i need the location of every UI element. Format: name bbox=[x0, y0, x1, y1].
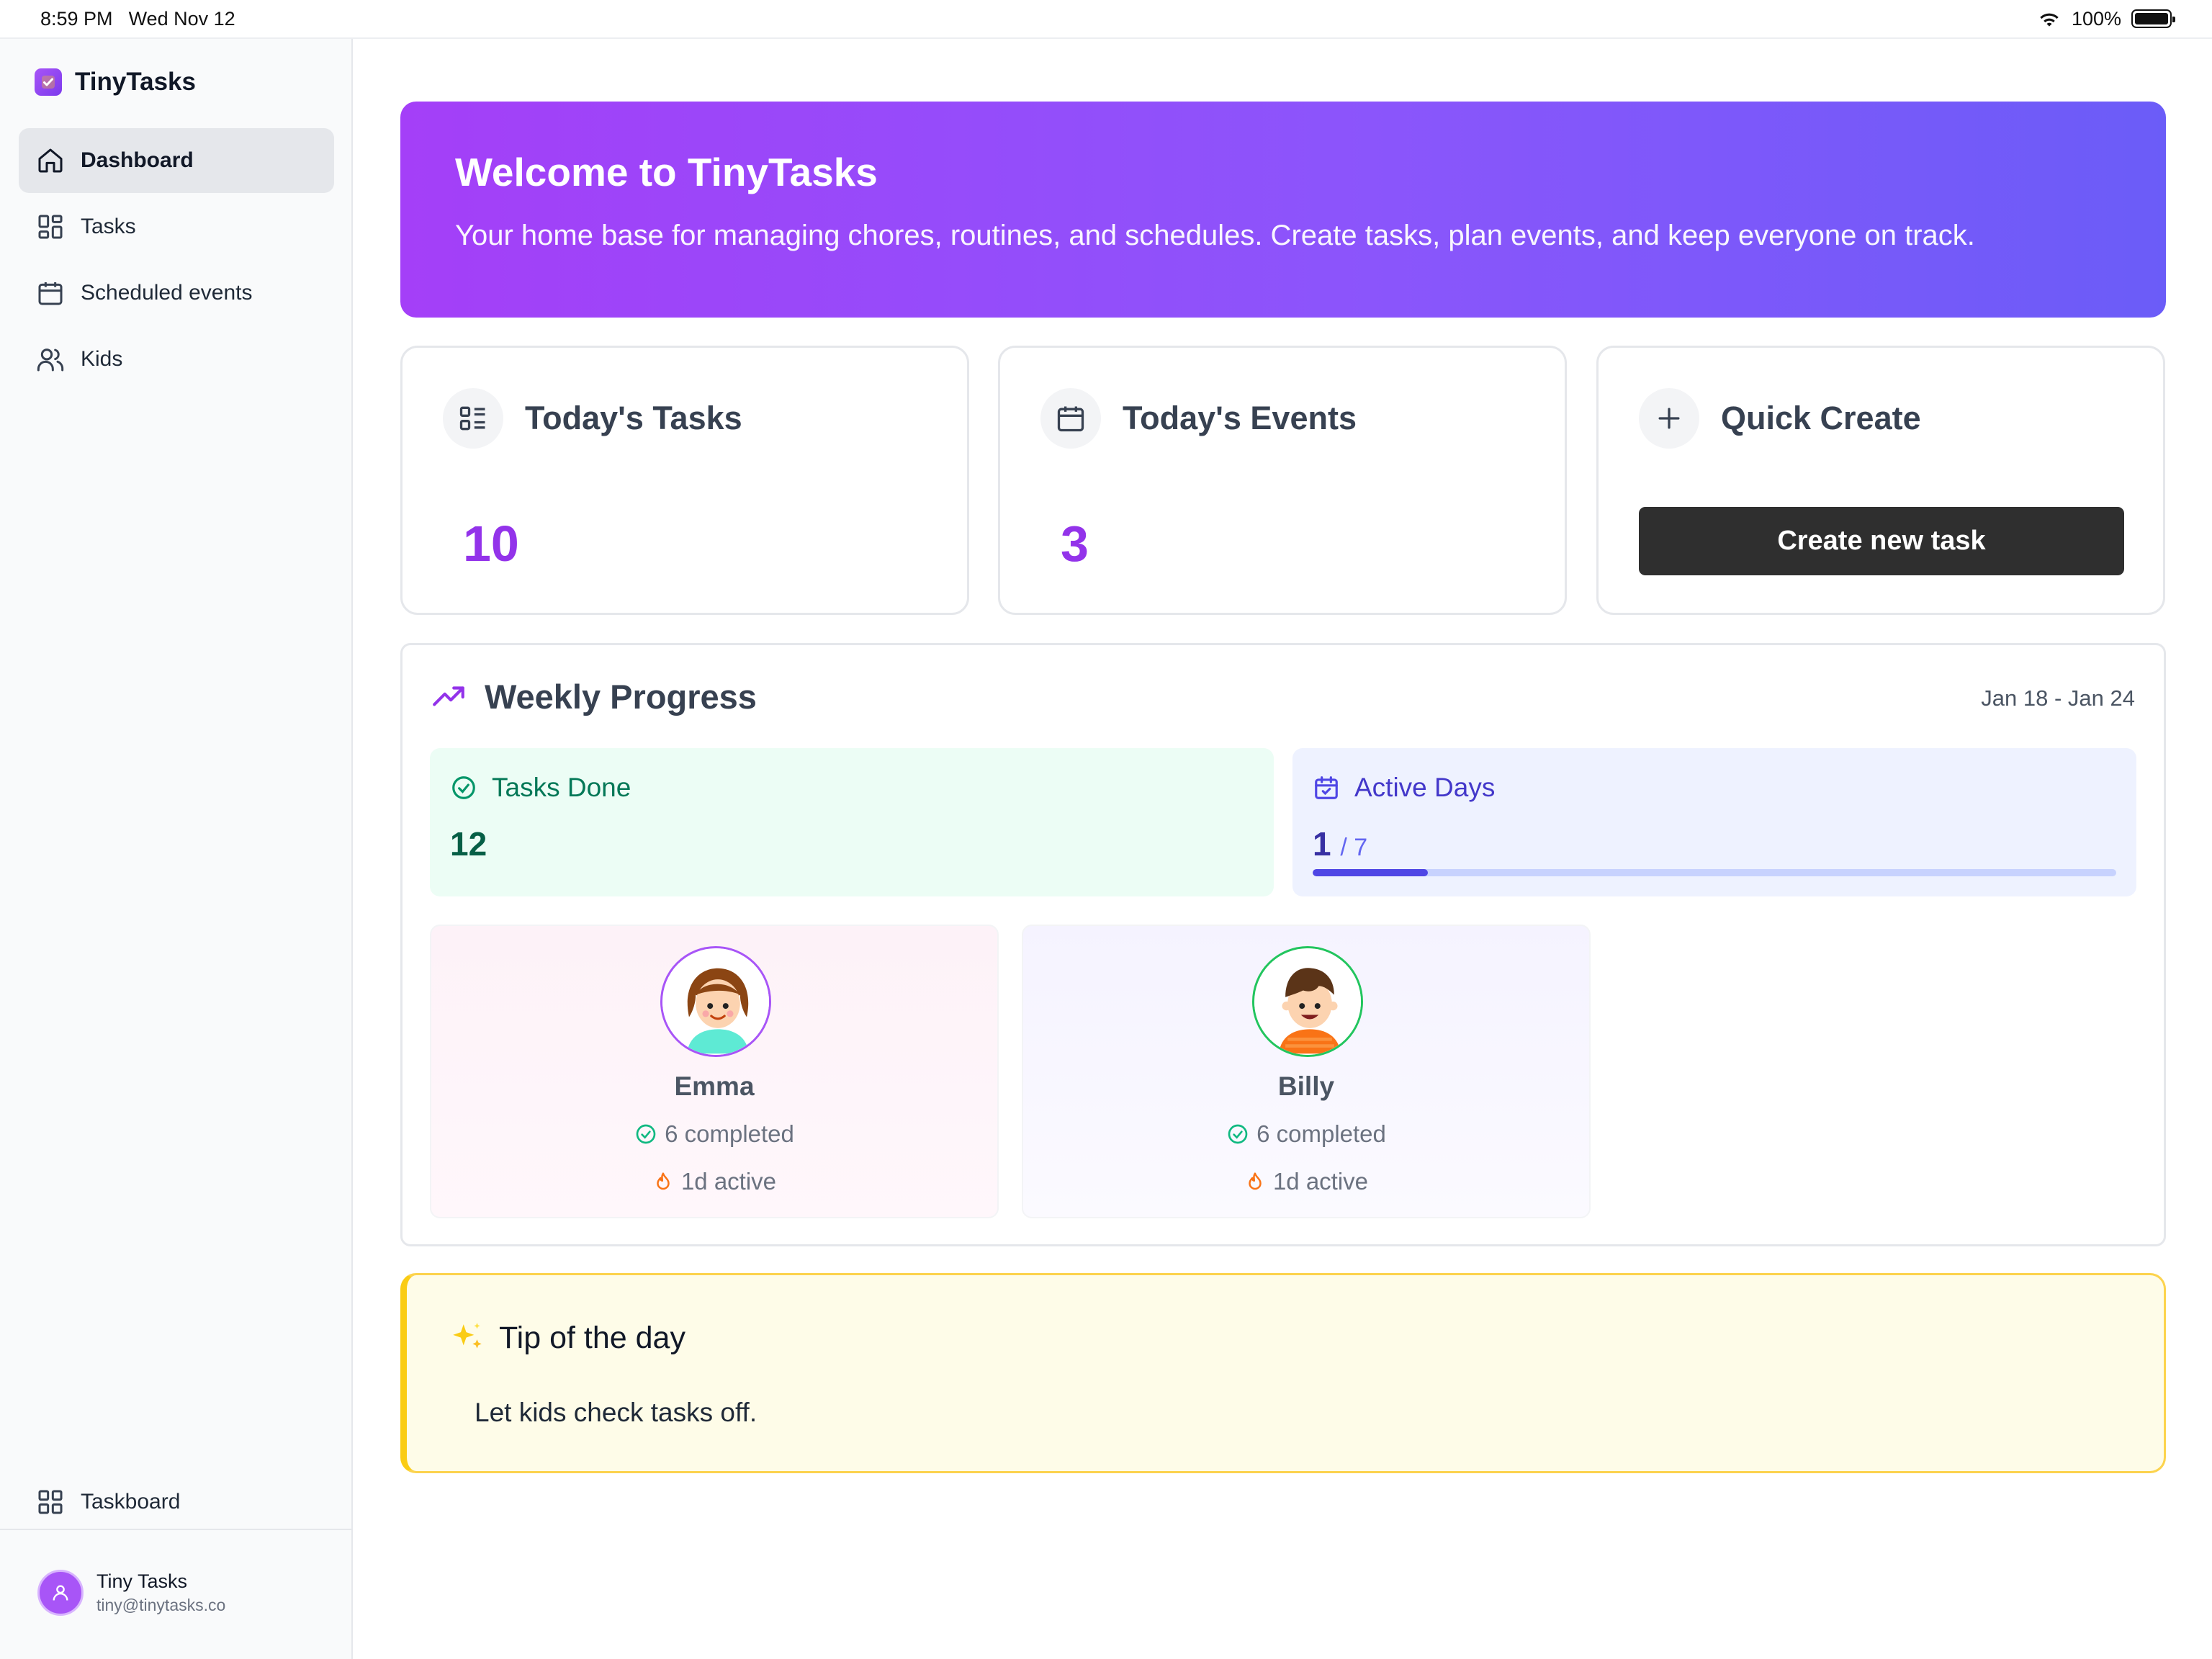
sidebar-item-label: Kids bbox=[81, 347, 123, 371]
user-icon bbox=[53, 1585, 68, 1601]
sidebar-item-label: Scheduled events bbox=[81, 281, 253, 305]
wifi-icon bbox=[2040, 13, 2059, 27]
profile-email: tiny@tinytasks.co bbox=[96, 1596, 226, 1614]
active-days-value: 1 bbox=[1313, 825, 1331, 863]
check-circle-icon bbox=[1228, 1124, 1248, 1144]
sidebar-item-label: Dashboard bbox=[81, 148, 194, 172]
tip-title: Tip of the day bbox=[499, 1320, 685, 1355]
check-circle-icon bbox=[452, 776, 475, 799]
active-days-stat: Active Days 1 / 7 bbox=[1292, 748, 2136, 896]
kid-avatar bbox=[1252, 946, 1363, 1057]
avatar bbox=[37, 1570, 84, 1616]
app-logo-icon bbox=[35, 68, 62, 96]
battery-icon bbox=[2131, 9, 2175, 28]
tip-of-the-day: Tip of the day Let kids check tasks off. bbox=[400, 1273, 2166, 1473]
active-days-label: Active Days bbox=[1354, 773, 1496, 802]
quick-create-card: Quick Create Create new task bbox=[1596, 346, 2165, 615]
welcome-title: Welcome to TinyTasks bbox=[455, 150, 878, 194]
status-bar: 8:59 PM Wed Nov 12 100% bbox=[0, 0, 2212, 39]
calendar-icon bbox=[38, 282, 63, 305]
tasks-done-stat: Tasks Done 12 bbox=[430, 748, 1274, 896]
welcome-banner: Welcome to TinyTasks Your home base for … bbox=[400, 102, 2166, 318]
kid-completed-text: 6 completed bbox=[665, 1120, 794, 1147]
active-days-total: / 7 bbox=[1340, 834, 1368, 861]
plus-icon bbox=[1639, 388, 1699, 449]
trending-up-icon bbox=[433, 685, 464, 706]
kid-active-text: 1d active bbox=[680, 1168, 777, 1195]
calendar-icon bbox=[1040, 388, 1101, 449]
kid-name: Emma bbox=[674, 1071, 755, 1101]
tip-body: Let kids check tasks off. bbox=[475, 1398, 757, 1427]
sidebar-item-kids[interactable]: Kids bbox=[19, 327, 334, 392]
kid-card-billy[interactable]: Billy 6 completed 1d active bbox=[1022, 925, 1591, 1218]
sidebar-item-taskboard[interactable]: Taskboard bbox=[19, 1470, 334, 1534]
app-name: TinyTasks bbox=[75, 68, 196, 96]
kid-active: 1d active bbox=[1023, 1168, 1589, 1195]
card-title: Quick Create bbox=[1721, 400, 1921, 436]
user-profile[interactable]: Tiny Tasks tiny@tinytasks.co bbox=[37, 1570, 225, 1616]
progress-fill bbox=[1313, 869, 1428, 876]
sidebar: TinyTasks Dashboard Tasks Scheduled even… bbox=[0, 39, 353, 1659]
todays-events-card[interactable]: Today's Events 3 bbox=[998, 346, 1567, 615]
grid-icon bbox=[38, 215, 63, 239]
sidebar-item-label: Tasks bbox=[81, 215, 136, 238]
weekly-progress-title: Weekly Progress bbox=[485, 678, 757, 716]
kid-avatar bbox=[660, 946, 771, 1057]
battery-percent: 100% bbox=[2071, 7, 2121, 30]
users-icon bbox=[37, 349, 64, 372]
sparkles-icon bbox=[453, 1323, 482, 1349]
sidebar-footer-nav: Taskboard bbox=[19, 1470, 334, 1536]
kid-completed-text: 6 completed bbox=[1256, 1120, 1386, 1147]
welcome-subtitle: Your home base for managing chores, rout… bbox=[455, 220, 1975, 251]
todays-events-count: 3 bbox=[1061, 516, 1089, 572]
flame-icon bbox=[657, 1172, 670, 1190]
app-brand[interactable]: TinyTasks bbox=[35, 68, 196, 96]
sidebar-divider bbox=[0, 1529, 353, 1530]
kid-completed: 6 completed bbox=[431, 1120, 997, 1148]
status-time: 8:59 PM bbox=[40, 7, 113, 30]
check-circle-icon bbox=[636, 1124, 656, 1144]
kid-card-emma[interactable]: Emma 6 completed 1d active bbox=[430, 925, 999, 1218]
calendar-check-icon bbox=[1315, 776, 1338, 799]
kid-completed: 6 completed bbox=[1023, 1120, 1589, 1148]
home-icon bbox=[38, 148, 63, 173]
kid-active-text: 1d active bbox=[1272, 1168, 1369, 1195]
tasks-done-value: 12 bbox=[450, 825, 487, 863]
list-icon bbox=[443, 388, 503, 449]
sidebar-item-label: Taskboard bbox=[81, 1490, 181, 1514]
active-days-progress-bar bbox=[1313, 869, 2116, 876]
sidebar-item-scheduled-events[interactable]: Scheduled events bbox=[19, 261, 334, 325]
tasks-done-label: Tasks Done bbox=[492, 773, 631, 802]
create-new-task-button[interactable]: Create new task bbox=[1639, 507, 2124, 575]
todays-tasks-count: 10 bbox=[463, 516, 519, 572]
date-range: Jan 18 - Jan 24 bbox=[1981, 685, 2135, 711]
sidebar-item-tasks[interactable]: Tasks bbox=[19, 194, 334, 259]
status-date: Wed Nov 12 bbox=[128, 7, 235, 30]
kid-active: 1d active bbox=[431, 1168, 997, 1195]
sidebar-nav: Dashboard Tasks Scheduled events Kids bbox=[19, 128, 334, 393]
flame-icon bbox=[1249, 1172, 1262, 1190]
kid-name: Billy bbox=[1277, 1071, 1335, 1101]
todays-tasks-card[interactable]: Today's Tasks 10 bbox=[400, 346, 969, 615]
weekly-progress-panel: Weekly Progress Jan 18 - Jan 24 Tasks Do… bbox=[400, 643, 2166, 1246]
profile-name: Tiny Tasks bbox=[96, 1570, 188, 1592]
card-title: Today's Events bbox=[1123, 400, 1357, 436]
sidebar-item-dashboard[interactable]: Dashboard bbox=[19, 128, 334, 193]
grid-icon bbox=[38, 1490, 63, 1514]
card-title: Today's Tasks bbox=[525, 400, 742, 436]
